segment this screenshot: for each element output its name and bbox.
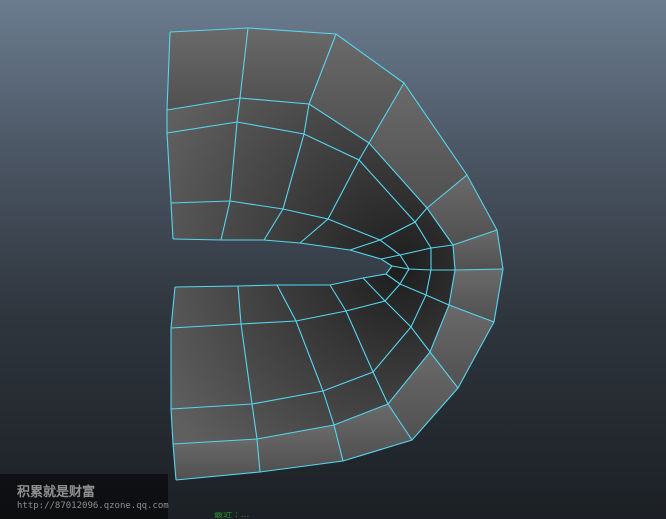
- mesh-face[interactable]: [171, 286, 241, 328]
- mesh-face[interactable]: [173, 439, 260, 480]
- watermark-url: http://87012096.qzone.qq.com: [17, 501, 169, 511]
- mesh-face[interactable]: [171, 324, 252, 409]
- watermark-title: 积累就是财富: [17, 485, 96, 500]
- mesh-faces: [167, 28, 503, 480]
- mesh-face[interactable]: [167, 122, 237, 203]
- mesh-face[interactable]: [431, 245, 455, 270]
- watermark: 积累就是财富 http://87012096.qzone.qq.com: [0, 474, 169, 519]
- polygon-mesh[interactable]: [0, 0, 666, 519]
- mesh-face[interactable]: [171, 201, 230, 240]
- status-snippet: 最近 : ...: [214, 512, 250, 519]
- mesh-face[interactable]: [171, 404, 257, 444]
- maya-viewport[interactable]: 积累就是财富 http://87012096.qzone.qq.com 最近 :…: [0, 0, 666, 519]
- mesh-face[interactable]: [167, 28, 248, 110]
